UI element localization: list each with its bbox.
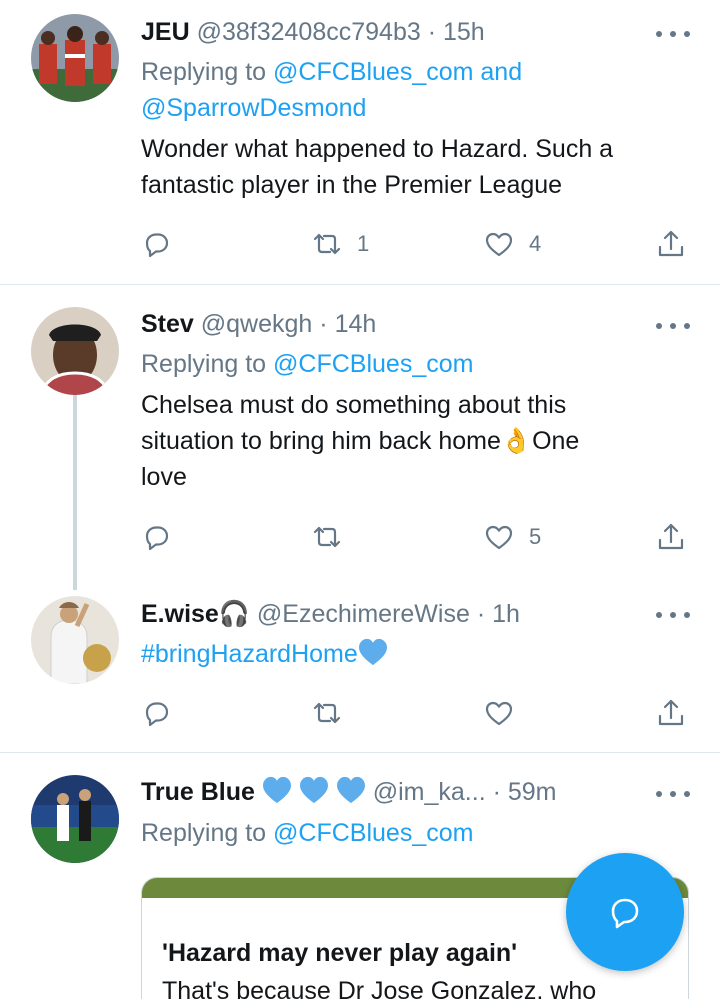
- avatar[interactable]: [31, 775, 119, 863]
- separator: ·: [476, 600, 486, 628]
- tweet-text-line: love: [141, 463, 187, 491]
- tweet-text-line: Chelsea must do something about this: [141, 391, 567, 419]
- mention-link[interactable]: @CFCBlues_com: [273, 350, 473, 378]
- more-icon[interactable]: [656, 789, 690, 799]
- heart-icon: [485, 701, 513, 726]
- reply-icon: [145, 702, 169, 727]
- blue-heart-emoji: [262, 776, 291, 804]
- timestamp[interactable]: 59m: [508, 778, 557, 806]
- display-name[interactable]: True Blue: [141, 778, 255, 806]
- tweet-text: Chelsea must do something about this sit…: [141, 387, 690, 495]
- share-icon: [658, 699, 684, 726]
- retweet-icon: [313, 702, 341, 724]
- separator: ·: [427, 18, 437, 46]
- tweet-actions: [141, 695, 690, 731]
- display-name[interactable]: E.wise: [141, 600, 219, 628]
- handle[interactable]: @qwekgh: [201, 310, 313, 338]
- handle[interactable]: @EzechimereWise: [257, 600, 470, 628]
- separator: ·: [492, 778, 501, 806]
- retweet-count: 1: [357, 231, 370, 256]
- replying-to: Replying to @CFCBlues_com and @SparrowDe…: [141, 54, 690, 126]
- like-button[interactable]: 5: [483, 519, 541, 555]
- more-icon[interactable]: [656, 29, 690, 39]
- handle[interactable]: @im_ka...: [373, 778, 486, 806]
- blue-heart-emoji: [358, 638, 387, 666]
- card-description: That's because Dr Jose Gonzalez, who: [162, 977, 597, 999]
- avatar[interactable]: [31, 307, 119, 395]
- retweet-icon: [313, 233, 341, 255]
- tweet-text-line: Wonder what happened to Hazard. Such a: [141, 135, 614, 163]
- compose-reply-icon: [611, 898, 639, 929]
- reply-icon: [145, 526, 169, 551]
- like-count: 4: [529, 231, 542, 256]
- tweet-header: E.wise🎧 @EzechimereWise · 1h: [141, 598, 680, 630]
- share-button[interactable]: [655, 519, 687, 555]
- retweet-icon: [313, 526, 341, 548]
- tweet-header: JEU @38f32408cc794b3 · 15h: [141, 16, 680, 48]
- share-button[interactable]: [655, 695, 687, 731]
- timestamp[interactable]: 15h: [443, 18, 485, 46]
- replying-prefix: Replying to: [141, 350, 267, 378]
- heart-icon: [485, 232, 513, 257]
- replying-prefix: Replying to: [141, 819, 267, 847]
- replying-prefix: Replying to: [141, 58, 267, 86]
- tweet-ewise[interactable]: E.wise🎧 @EzechimereWise · 1h #bringHazar…: [0, 581, 720, 752]
- share-icon: [658, 523, 684, 550]
- blue-heart-emoji: [336, 776, 365, 804]
- retweet-button[interactable]: [311, 519, 357, 555]
- tweet-jeu[interactable]: JEU @38f32408cc794b3 · 15h Replying to @…: [0, 0, 720, 284]
- timestamp[interactable]: 14h: [335, 310, 377, 338]
- blue-heart-emoji: [299, 776, 328, 804]
- reply-button[interactable]: [141, 519, 173, 555]
- mention-link[interactable]: @CFCBlues_com and: [273, 58, 522, 86]
- tweet-header: Stev @qwekgh · 14h: [141, 308, 680, 340]
- handle[interactable]: @38f32408cc794b3: [197, 18, 421, 46]
- more-icon[interactable]: [656, 321, 690, 331]
- like-button[interactable]: 4: [483, 226, 541, 262]
- tweet-text-line: fantastic player in the Premier League: [141, 171, 563, 199]
- tweet-text-line: One: [532, 427, 580, 455]
- tweet-actions: 1 4: [141, 226, 690, 262]
- retweet-button[interactable]: [311, 695, 357, 731]
- display-name[interactable]: JEU: [141, 18, 190, 46]
- mention-link[interactable]: @SparrowDesmond: [141, 94, 366, 122]
- share-icon: [658, 230, 684, 257]
- timestamp[interactable]: 1h: [492, 600, 520, 628]
- avatar[interactable]: [31, 596, 119, 684]
- like-button[interactable]: [483, 695, 529, 731]
- mention-link[interactable]: @CFCBlues_com: [273, 819, 473, 847]
- retweet-button[interactable]: 1: [311, 226, 369, 262]
- headphones-emoji: 🎧: [218, 600, 250, 628]
- avatar[interactable]: [31, 14, 119, 102]
- tweet-actions: 5: [141, 519, 690, 555]
- more-icon[interactable]: [656, 610, 690, 620]
- like-count: 5: [529, 524, 542, 549]
- heart-icon: [485, 525, 513, 550]
- reply-button[interactable]: [141, 695, 173, 731]
- replying-to: Replying to @CFCBlues_com: [141, 815, 690, 851]
- reply-icon: [145, 233, 169, 258]
- replying-to: Replying to @CFCBlues_com: [141, 346, 690, 382]
- tweet-stev[interactable]: Stev @qwekgh · 14h Replying to @CFCBlues…: [0, 285, 720, 581]
- display-name[interactable]: Stev: [141, 310, 194, 338]
- compose-reply-button[interactable]: [566, 853, 684, 971]
- reply-button[interactable]: [141, 226, 173, 262]
- tweet-header: True Blue @im_ka... · 59m: [141, 776, 680, 808]
- ok-hand-emoji: 👌: [500, 427, 533, 455]
- tweet-text: #bringHazardHome: [141, 636, 690, 672]
- share-button[interactable]: [655, 226, 687, 262]
- card-title: 'Hazard may never play again': [162, 939, 518, 967]
- tweet-text: Wonder what happened to Hazard. Such a f…: [141, 131, 690, 203]
- tweet-text-line: situation to bring him back home: [141, 427, 501, 455]
- hashtag-link[interactable]: #bringHazardHome: [141, 640, 358, 668]
- separator: ·: [319, 310, 328, 338]
